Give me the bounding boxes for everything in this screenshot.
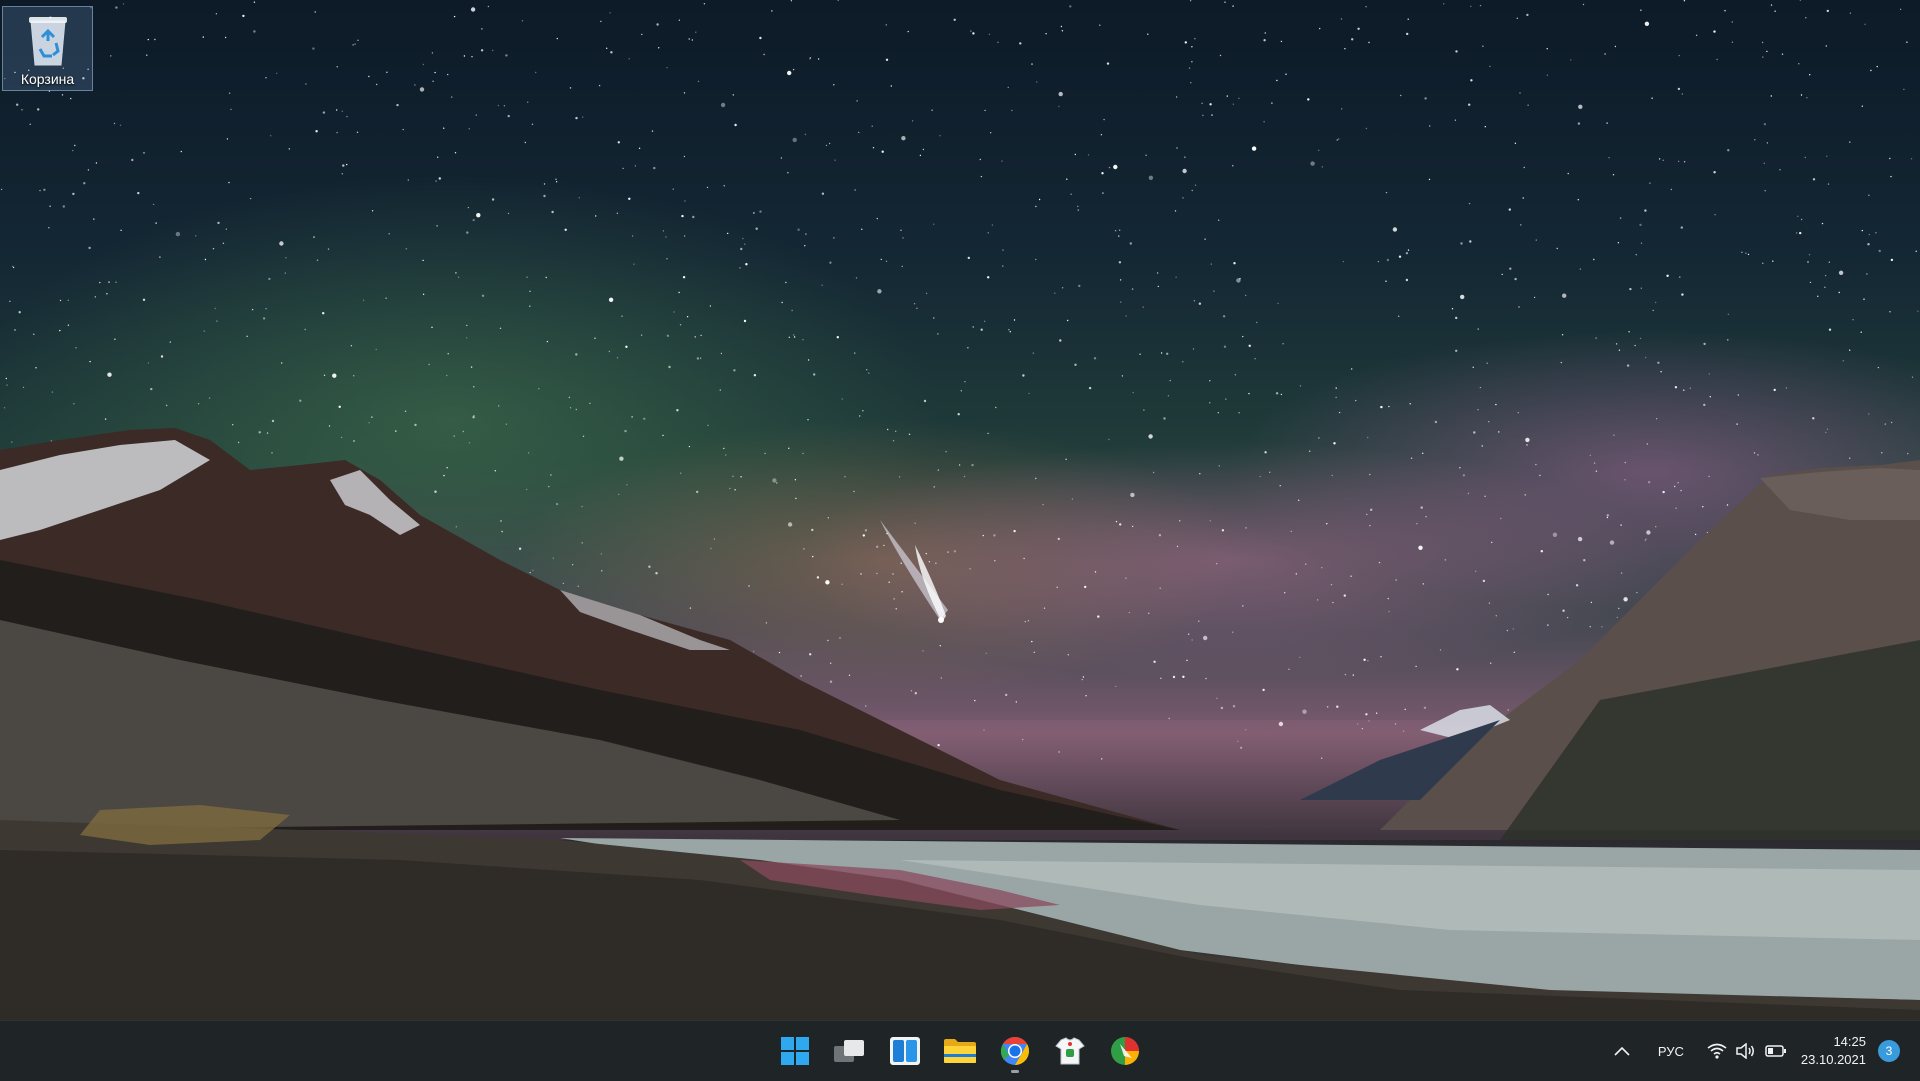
start-button[interactable] [772, 1028, 817, 1074]
clock-date: 23.10.2021 [1800, 1052, 1866, 1067]
task-view-button[interactable] [827, 1028, 872, 1074]
pinned-app-button[interactable] [1047, 1028, 1092, 1074]
battery-icon [1765, 1045, 1786, 1057]
pinned-app-2-button[interactable] [1102, 1028, 1147, 1074]
task-view-icon [833, 1040, 864, 1062]
system-tray: РУС 14:25 23.10.2021 3 [1607, 1021, 1920, 1081]
mountain-landscape [0, 428, 1920, 1020]
clock-time: 14:25 [1833, 1034, 1866, 1049]
volume-icon [1736, 1043, 1754, 1059]
chevron-up-icon [1614, 1046, 1630, 1056]
chrome-button[interactable] [992, 1028, 1037, 1074]
widgets-button[interactable] [882, 1028, 927, 1074]
windows-logo-icon [780, 1037, 809, 1065]
desktop-wallpaper [0, 0, 1920, 1020]
widgets-icon [889, 1037, 920, 1065]
quick-settings-button[interactable] [1707, 1031, 1787, 1071]
chrome-icon [1000, 1037, 1029, 1065]
show-hidden-icons-button[interactable] [1607, 1031, 1637, 1071]
wifi-icon [1707, 1043, 1727, 1059]
taskbar-apps [772, 1021, 1147, 1081]
recycle-bin-label: Корзина [20, 71, 75, 87]
taskbar: РУС 14:25 23.10.2021 3 [0, 1020, 1920, 1081]
file-explorer-button[interactable] [937, 1028, 982, 1074]
clock-button[interactable]: 14:25 23.10.2021 [1801, 1033, 1866, 1069]
folder-icon [943, 1039, 976, 1063]
recycle-bin-desktop-icon[interactable]: Корзина [2, 6, 93, 91]
tshirt-app-icon [1054, 1037, 1085, 1065]
input-language-indicator[interactable]: РУС [1653, 1031, 1689, 1071]
colorful-circle-app-icon [1110, 1037, 1139, 1065]
notification-count-badge[interactable]: 3 [1878, 1040, 1900, 1062]
recycle-bin-icon [29, 17, 67, 66]
